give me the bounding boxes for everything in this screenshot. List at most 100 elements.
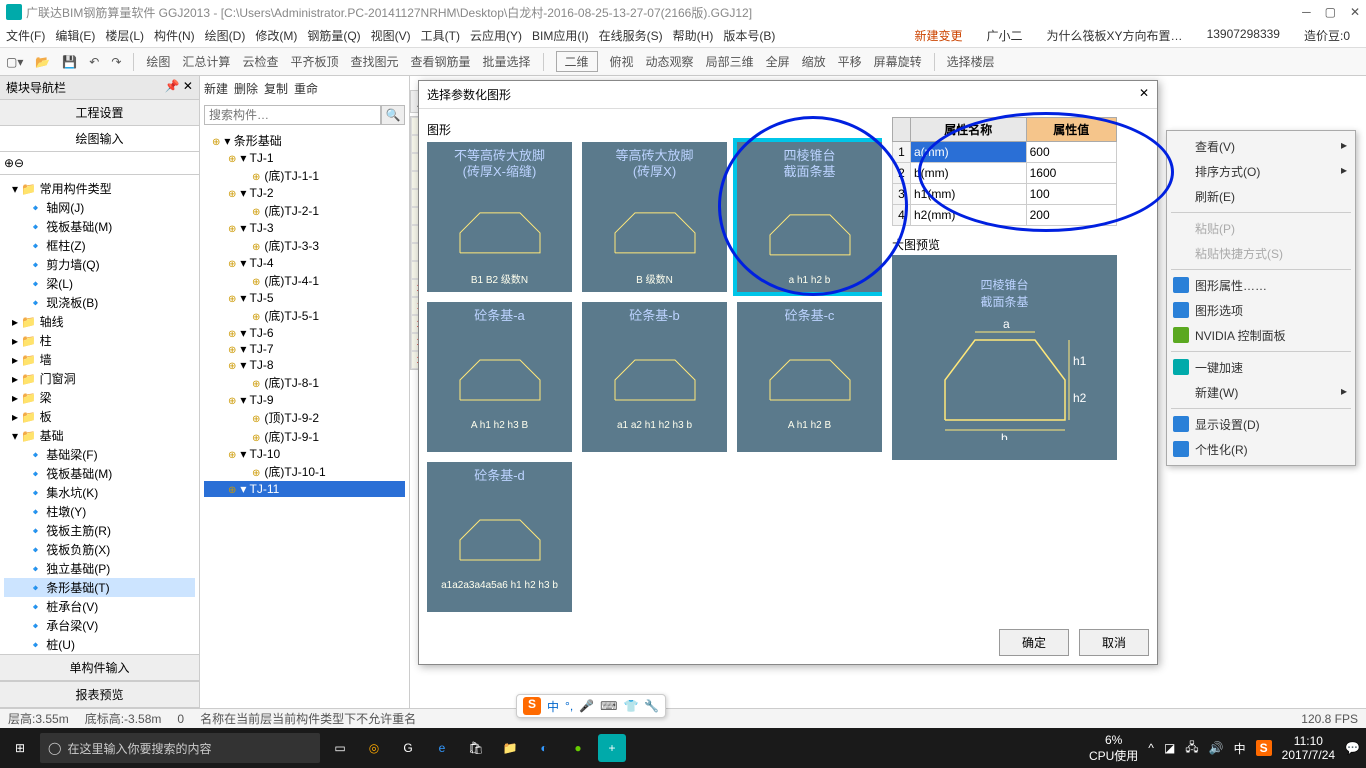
ctx-item[interactable]: 个性化(R) [1169,437,1353,462]
menu-component[interactable]: 构件(N) [154,27,195,44]
ctx-item[interactable]: 图形选项 [1169,298,1353,323]
tool-2d[interactable]: 二维 [556,51,598,72]
component-item[interactable]: (底)TJ-4-1 [204,271,405,290]
component-item[interactable]: ▾ TJ-3 [204,220,405,236]
nav-item[interactable]: 🔹 筏板负筋(X) [4,540,195,559]
shape-thumbnail[interactable]: 不等高砖大放脚(砖厚X-缩缝)B1 B2 级数N [427,142,572,292]
tray-notifications-icon[interactable]: 💬 [1345,741,1360,755]
nav-tab-project[interactable]: 工程设置 [0,100,199,126]
mid-rename[interactable]: 重命 [294,80,318,97]
ctx-item[interactable]: 查看(V) [1169,134,1353,159]
menu-version[interactable]: 版本号(B) [723,27,775,44]
assistant-button[interactable]: 广小二 [987,27,1023,44]
nav-expand-icon[interactable]: ⊕⊖ [4,156,24,170]
task-app-2[interactable]: G [394,734,422,762]
menu-bim[interactable]: BIM应用(I) [532,27,589,44]
component-item[interactable]: (底)TJ-2-1 [204,201,405,220]
nav-item[interactable]: ▸ 📁 柱 [4,331,195,350]
taskbar-search[interactable]: ◯ 在这里输入你要搜索的内容 [40,733,320,763]
nav-item[interactable]: 🔹 梁(L) [4,274,195,293]
ime-punct-icon[interactable]: °, [565,699,573,713]
menu-cloud[interactable]: 云应用(Y) [470,27,522,44]
tool-cloudcheck[interactable]: 云检查 [242,53,278,70]
search-input[interactable] [204,105,381,125]
tool-orbit[interactable]: 动态观察 [646,53,694,70]
component-item[interactable]: ▾ 条形基础 [204,131,405,150]
nav-item[interactable]: 🔹 剪力墙(Q) [4,255,195,274]
ctx-item[interactable]: NVIDIA 控制面板 [1169,323,1353,348]
shape-thumbnail[interactable]: 砼条基-cA h1 h2 B [737,302,882,452]
shape-thumbnail[interactable]: 砼条基-ba1 a2 h1 h2 h3 b [582,302,727,452]
ime-skin-icon[interactable]: 👕 [623,699,638,713]
dialog-close-icon[interactable]: ✕ [1139,86,1149,103]
tool-local3d[interactable]: 局部三维 [706,53,754,70]
nav-item[interactable]: 🔹 轴网(J) [4,198,195,217]
tool-sum[interactable]: 汇总计算 [182,53,230,70]
tip-link[interactable]: 为什么筏板XY方向布置… [1047,27,1183,44]
maximize-button[interactable]: ▢ [1325,5,1336,19]
component-item[interactable]: ▾ TJ-6 [204,325,405,341]
component-item[interactable]: ▾ TJ-11 [204,481,405,497]
tray-time[interactable]: 11:10 [1282,734,1335,748]
component-item[interactable]: (底)TJ-8-1 [204,373,405,392]
component-item[interactable]: (底)TJ-10-1 [204,462,405,481]
ok-button[interactable]: 确定 [999,629,1069,656]
ctx-item[interactable]: 刷新(E) [1169,184,1353,209]
shape-thumbnail[interactable]: 砼条基-aA h1 h2 h3 B [427,302,572,452]
nav-item[interactable]: 🔹 桩(U) [4,635,195,654]
ime-mic-icon[interactable]: 🎤 [579,699,594,713]
component-item[interactable]: ▾ TJ-9 [204,392,405,408]
component-item[interactable]: ▾ TJ-5 [204,290,405,306]
component-item[interactable]: (底)TJ-5-1 [204,306,405,325]
nav-tab-draw[interactable]: 绘图输入 [0,126,199,152]
tool-batchsel[interactable]: 批量选择 [483,53,531,70]
task-explorer-icon[interactable]: 📁 [496,734,524,762]
shape-thumbnail[interactable]: 四棱锥台截面条基a h1 h2 b [737,142,882,292]
ime-keyboard-icon[interactable]: ⌨ [600,699,617,713]
nav-item[interactable]: 🔹 框柱(Z) [4,236,195,255]
component-item[interactable]: ▾ TJ-7 [204,341,405,357]
tray-date[interactable]: 2017/7/24 [1282,748,1335,762]
menu-tool[interactable]: 工具(T) [421,27,460,44]
nav-item[interactable]: 🔹 基础梁(F) [4,445,195,464]
nav-item[interactable]: ▸ 📁 梁 [4,388,195,407]
tool-find[interactable]: 查找图元 [350,53,398,70]
search-button[interactable]: 🔍 [381,105,405,125]
tray-ime[interactable]: 中 [1234,740,1246,757]
minimize-button[interactable]: ─ [1302,5,1311,19]
task-app-5[interactable]: + [598,734,626,762]
menu-file[interactable]: 文件(F) [6,27,45,44]
component-item[interactable]: ▾ TJ-4 [204,255,405,271]
menu-floor[interactable]: 楼层(L) [105,27,144,44]
tool-rotate[interactable]: 屏幕旋转 [874,53,922,70]
ctx-item[interactable]: 显示设置(D) [1169,412,1353,437]
nav-item[interactable]: 🔹 筏板基础(M) [4,464,195,483]
nav-item[interactable]: 🔹 现浇板(B) [4,293,195,312]
menu-edit[interactable]: 编辑(E) [55,27,95,44]
nav-tab-report[interactable]: 报表预览 [0,681,199,708]
cancel-button[interactable]: 取消 [1079,629,1149,656]
nav-item[interactable]: 🔹 独立基础(P) [4,559,195,578]
tool-viewrebar[interactable]: 查看钢筋量 [410,53,470,70]
nav-item[interactable]: 🔹 承台梁(V) [4,616,195,635]
ime-toolbar[interactable]: S 中 °, 🎤 ⌨ 👕 🔧 [516,694,666,718]
tool-pan[interactable]: 平移 [838,53,862,70]
tool-undo-icon[interactable]: ↶ [89,55,99,69]
nav-tab-single[interactable]: 单构件输入 [0,654,199,681]
tool-draw[interactable]: 绘图 [146,53,170,70]
nav-item[interactable]: 🔹 筏板基础(M) [4,217,195,236]
nav-item[interactable]: 🔹 桩承台(V) [4,597,195,616]
nav-item[interactable]: 🔹 筏板主筋(R) [4,521,195,540]
ctx-item[interactable]: 一键加速 [1169,355,1353,380]
tray-network-icon[interactable]: 🖧 [1185,738,1198,759]
task-app-1[interactable]: ◎ [360,734,388,762]
nav-item[interactable]: 🔹 条形基础(T) [4,578,195,597]
component-item[interactable]: ▾ TJ-10 [204,446,405,462]
tool-full[interactable]: 全屏 [766,53,790,70]
property-row[interactable]: 2b(mm)1600 [893,163,1117,184]
shape-thumbnail[interactable]: 等高砖大放脚(砖厚X)B 级数N [582,142,727,292]
nav-item[interactable]: ▸ 📁 板 [4,407,195,426]
property-row[interactable]: 4h2(mm)200 [893,205,1117,226]
tray-volume-icon[interactable]: 🔊 [1209,741,1224,755]
nav-pin-icon[interactable]: 📌 ✕ [165,79,193,96]
